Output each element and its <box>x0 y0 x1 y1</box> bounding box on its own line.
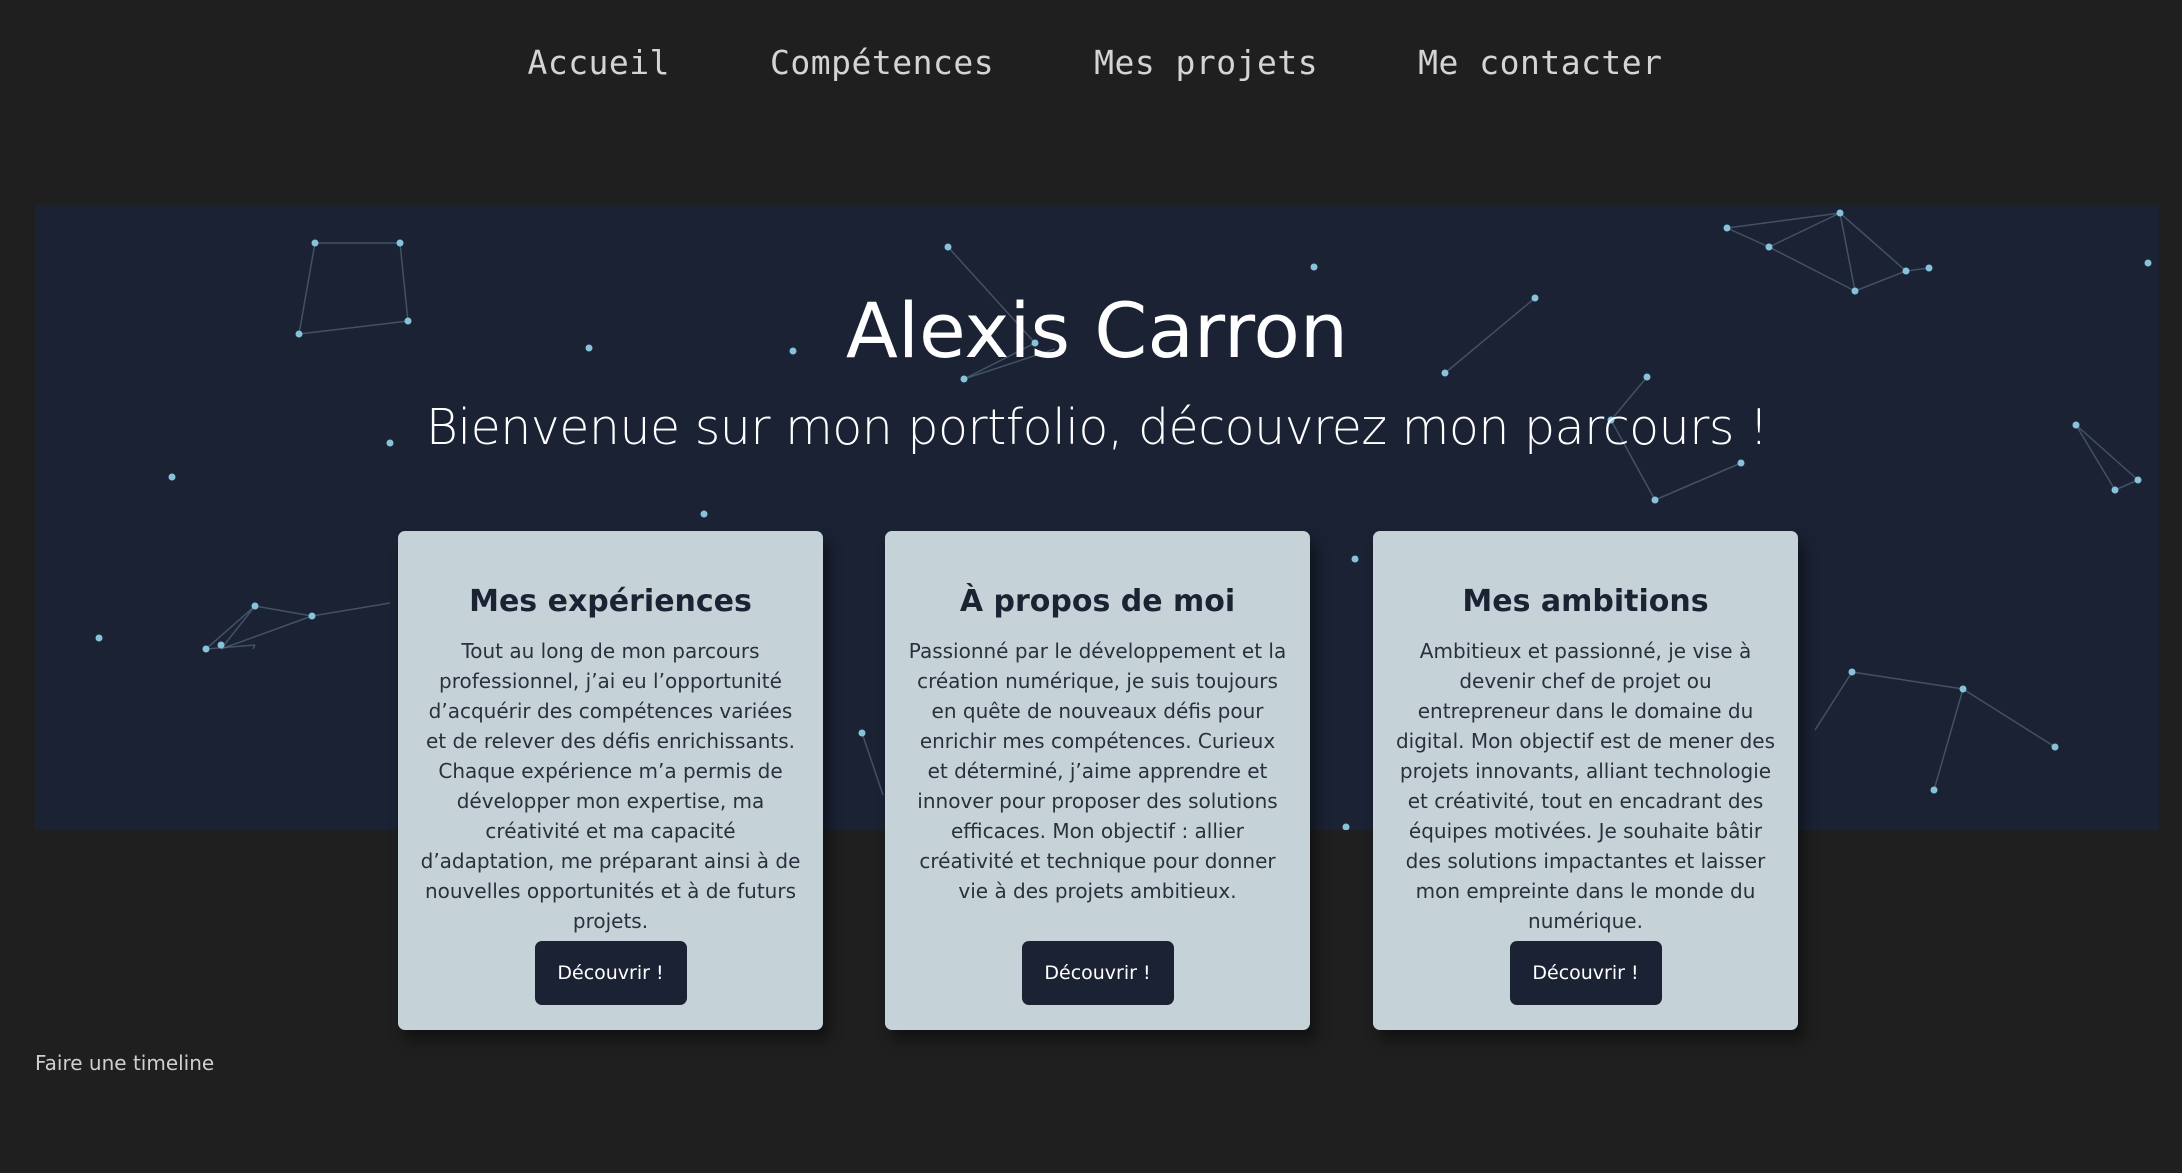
card-title: Mes expériences <box>469 584 752 619</box>
discover-button[interactable]: Découvrir ! <box>1509 941 1662 1005</box>
nav-link-competences[interactable]: Compétences <box>770 43 994 82</box>
nav-link-contact[interactable]: Me contacter <box>1418 43 1662 82</box>
hero-title: Alexis Carron <box>845 286 1349 375</box>
main-nav: Accueil Compétences Mes projets Me conta… <box>0 0 2182 124</box>
card-ambitions: Mes ambitions Ambitieux et passionné, je… <box>1373 531 1798 1030</box>
card-title: À propos de moi <box>959 584 1236 619</box>
card-text: Ambitieux et passionné, je vise à deveni… <box>1395 639 1776 933</box>
card-about-me: À propos de moi Passionné par le dévelop… <box>885 531 1310 1030</box>
nav-link-projets[interactable]: Mes projets <box>1094 43 1318 82</box>
card-title: Mes ambitions <box>1462 584 1709 619</box>
card-experiences: Mes expériences Tout au long de mon parc… <box>398 531 823 1030</box>
hero-subtitle: Bienvenue sur mon portfolio, découvrez m… <box>425 399 1769 456</box>
timeline-note: Faire une timeline <box>35 1051 215 1075</box>
discover-button[interactable]: Découvrir ! <box>1021 941 1174 1005</box>
card-text: Passionné par le développement et la cré… <box>908 639 1287 903</box>
nav-link-accueil[interactable]: Accueil <box>527 43 670 82</box>
card-text: Tout au long de mon parcours professionn… <box>420 639 801 933</box>
discover-button[interactable]: Découvrir ! <box>534 941 687 1005</box>
